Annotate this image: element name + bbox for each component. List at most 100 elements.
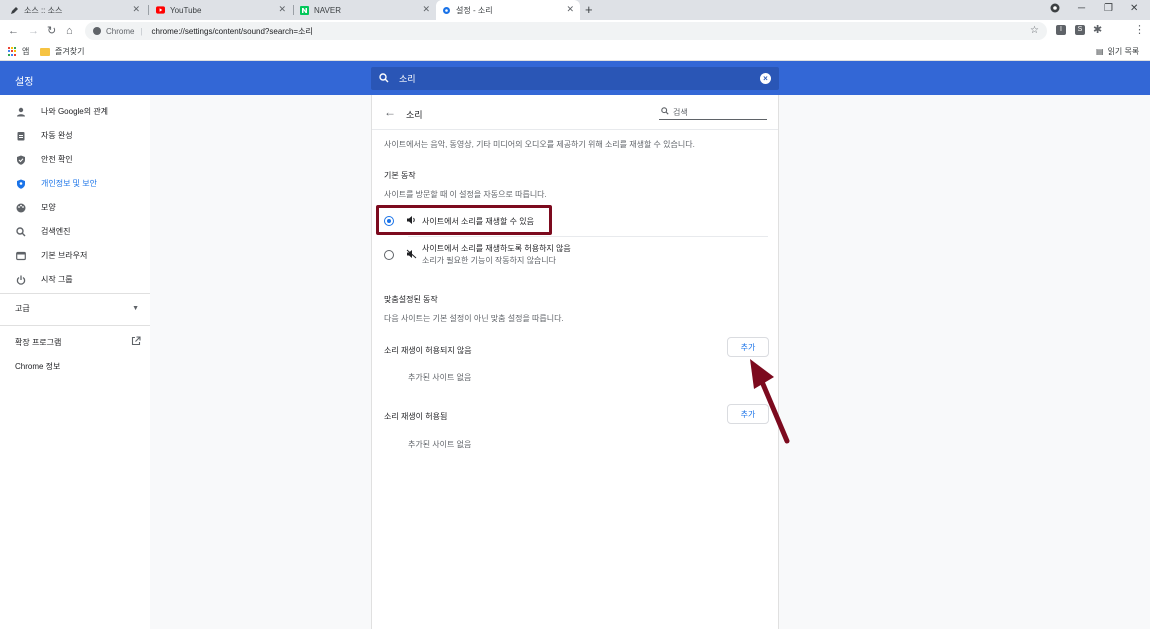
search-icon xyxy=(661,107,669,117)
sidebar-extensions[interactable]: 확장 프로그램 xyxy=(15,336,141,348)
restore-icon[interactable]: ❐ xyxy=(1104,3,1113,14)
extension-s-icon[interactable]: S xyxy=(1075,25,1085,35)
sidebar-item-safety-check[interactable]: 안전 확인 xyxy=(15,154,73,165)
bookmark-label: 앱 xyxy=(22,47,30,56)
power-icon xyxy=(15,274,26,285)
sidebar-item-you-and-google[interactable]: 나와 Google의 관계 xyxy=(15,106,108,117)
tab-title: NAVER xyxy=(314,5,341,15)
sidebar-extensions-label: 확장 프로그램 xyxy=(15,337,62,347)
back-icon[interactable]: ← xyxy=(8,24,19,38)
allowed-empty: 추가된 사이트 없음 xyxy=(408,440,472,449)
minimize-icon[interactable]: ─ xyxy=(1078,3,1085,14)
extension-i-icon[interactable]: I xyxy=(1056,25,1066,35)
forward-icon[interactable]: → xyxy=(28,24,39,38)
settings-title: 설정 xyxy=(15,77,34,88)
tab-naver[interactable]: NAVER ✕ xyxy=(294,0,436,20)
settings-gear-icon xyxy=(442,6,451,15)
sidebar-item-label: 기본 브라우저 xyxy=(41,251,88,260)
address-bar[interactable]: Chrome | chrome://settings/content/sound… xyxy=(85,22,1047,40)
reading-list[interactable]: ▤ 읽기 목록 xyxy=(1096,46,1139,57)
tab-youtube[interactable]: YouTube ✕ xyxy=(150,0,292,20)
tab-title: 설정 - 소리 xyxy=(456,5,493,15)
browser-toolbar: ← → ↻ ⌂ Chrome | chrome://settings/conte… xyxy=(0,20,1150,42)
extensions-puzzle-icon[interactable]: ✱ xyxy=(1093,23,1102,37)
profile-icon[interactable] xyxy=(1050,3,1060,16)
custom-behavior-heading: 맞춤설정된 동작 xyxy=(384,295,438,304)
home-icon[interactable]: ⌂ xyxy=(66,24,73,38)
tab-sosu[interactable]: 소스 :: 소스 ✕ xyxy=(4,0,146,20)
sidebar-item-label: 검색엔진 xyxy=(41,227,71,236)
window-close-icon[interactable]: ✕ xyxy=(1130,3,1138,14)
sidebar-about-label: Chrome 정보 xyxy=(15,362,61,371)
close-icon[interactable]: ✕ xyxy=(132,5,140,14)
sidebar-item-appearance[interactable]: 모양 xyxy=(15,202,56,213)
back-arrow-icon[interactable]: ← xyxy=(384,105,396,119)
sidebar-item-label: 자동 완성 xyxy=(41,131,73,140)
radio-block-sublabel: 소리가 필요한 기능이 작동하지 않습니다 xyxy=(422,256,557,265)
not-allowed-empty: 추가된 사이트 없음 xyxy=(408,373,472,382)
custom-behavior-desc: 다음 사이트는 기본 설정이 아닌 맞춤 설정을 따릅니다. xyxy=(384,314,564,323)
reading-list-label: 읽기 목록 xyxy=(1107,47,1140,56)
more-menu-icon[interactable]: ⋮ xyxy=(1134,23,1145,37)
radio-block-sound[interactable]: 사이트에서 소리를 재생하도록 허용하지 않음 소리가 필요한 기능이 작동하지… xyxy=(380,240,760,268)
close-icon[interactable]: ✕ xyxy=(422,5,430,14)
radio-button-unchecked[interactable] xyxy=(384,250,394,260)
tab-title: YouTube xyxy=(170,5,202,15)
naver-icon xyxy=(300,5,309,15)
pencil-icon xyxy=(10,6,19,15)
sidebar-advanced-label: 고급 xyxy=(15,304,30,313)
sidebar-item-on-startup[interactable]: 시작 그룹 xyxy=(15,274,73,285)
person-icon xyxy=(15,106,26,117)
chrome-logo-icon xyxy=(93,27,101,35)
default-behavior-heading: 기본 동작 xyxy=(384,171,416,180)
apps-grid-icon xyxy=(8,47,17,56)
close-icon[interactable]: ✕ xyxy=(566,5,574,14)
annotation-highlight-box xyxy=(376,205,552,235)
sidebar-item-search-engine[interactable]: 검색엔진 xyxy=(15,226,70,237)
add-not-allowed-button[interactable]: 추가 xyxy=(727,337,769,357)
sidebar-item-label: 나와 Google의 관계 xyxy=(41,107,109,116)
bookmarks-bar: 앱 즐겨찾기 ▤ 읽기 목록 xyxy=(0,42,1150,61)
search-icon xyxy=(15,226,26,237)
star-icon[interactable]: ☆ xyxy=(1030,25,1039,36)
clear-search-icon[interactable]: × xyxy=(760,73,771,84)
speaker-muted-icon xyxy=(406,249,417,261)
sidebar-item-label: 시작 그룹 xyxy=(41,275,73,284)
close-icon[interactable]: ✕ xyxy=(278,5,286,14)
bookmark-folder[interactable]: 즐겨찾기 xyxy=(40,46,84,57)
sidebar-divider xyxy=(0,293,150,294)
page-title: 소리 xyxy=(406,110,423,120)
default-behavior-desc: 사이트를 방문할 때 이 설정을 자동으로 따릅니다. xyxy=(384,190,547,199)
settings-search-input[interactable]: 소리 × xyxy=(371,67,779,90)
shield-privacy-icon xyxy=(15,178,26,189)
tab-strip: 소스 :: 소스 ✕ YouTube ✕ NAVER ✕ 설정 - 소리 ✕ +… xyxy=(0,0,1150,20)
sidebar-about-chrome[interactable]: Chrome 정보 xyxy=(15,361,60,372)
clipboard-icon xyxy=(15,130,26,141)
address-divider: | xyxy=(140,26,143,36)
sidebar-item-autofill[interactable]: 자동 완성 xyxy=(15,130,73,141)
bookmark-apps[interactable]: 앱 xyxy=(8,46,29,57)
tab-settings-sound[interactable]: 설정 - 소리 ✕ xyxy=(436,0,580,20)
youtube-icon xyxy=(156,6,165,15)
sidebar-item-privacy[interactable]: 개인정보 및 보안 xyxy=(15,178,97,189)
tab-separator xyxy=(148,5,149,15)
sidebar-item-default-browser[interactable]: 기본 브라우저 xyxy=(15,250,87,261)
palette-icon xyxy=(15,202,26,213)
reload-icon[interactable]: ↻ xyxy=(47,24,56,38)
sidebar-item-label: 모양 xyxy=(41,203,56,212)
address-url: chrome://settings/content/sound?search=소… xyxy=(151,26,313,36)
sidebar-divider xyxy=(0,325,150,326)
not-allowed-heading: 소리 재생이 허용되지 않음 xyxy=(384,346,472,355)
address-chip: Chrome xyxy=(106,26,135,36)
header-divider xyxy=(372,129,778,130)
radio-block-label: 사이트에서 소리를 재생하도록 허용하지 않음 xyxy=(422,244,571,253)
sidebar-item-label: 안전 확인 xyxy=(41,155,73,164)
tab-title: 소스 :: 소스 xyxy=(24,5,63,15)
new-tab-icon[interactable]: + xyxy=(585,2,593,17)
page-search-placeholder: 검색 xyxy=(673,108,688,117)
chevron-down-icon: ▼ xyxy=(132,305,139,312)
page-search-input[interactable]: 검색 xyxy=(659,106,767,120)
settings-sidebar: 나와 Google의 관계 자동 완성 안전 확인 개인정보 및 보안 모양 검… xyxy=(0,95,150,629)
settings-header: 설정 소리 × xyxy=(0,61,1150,95)
sidebar-advanced[interactable]: 고급 ▼ xyxy=(15,303,139,314)
